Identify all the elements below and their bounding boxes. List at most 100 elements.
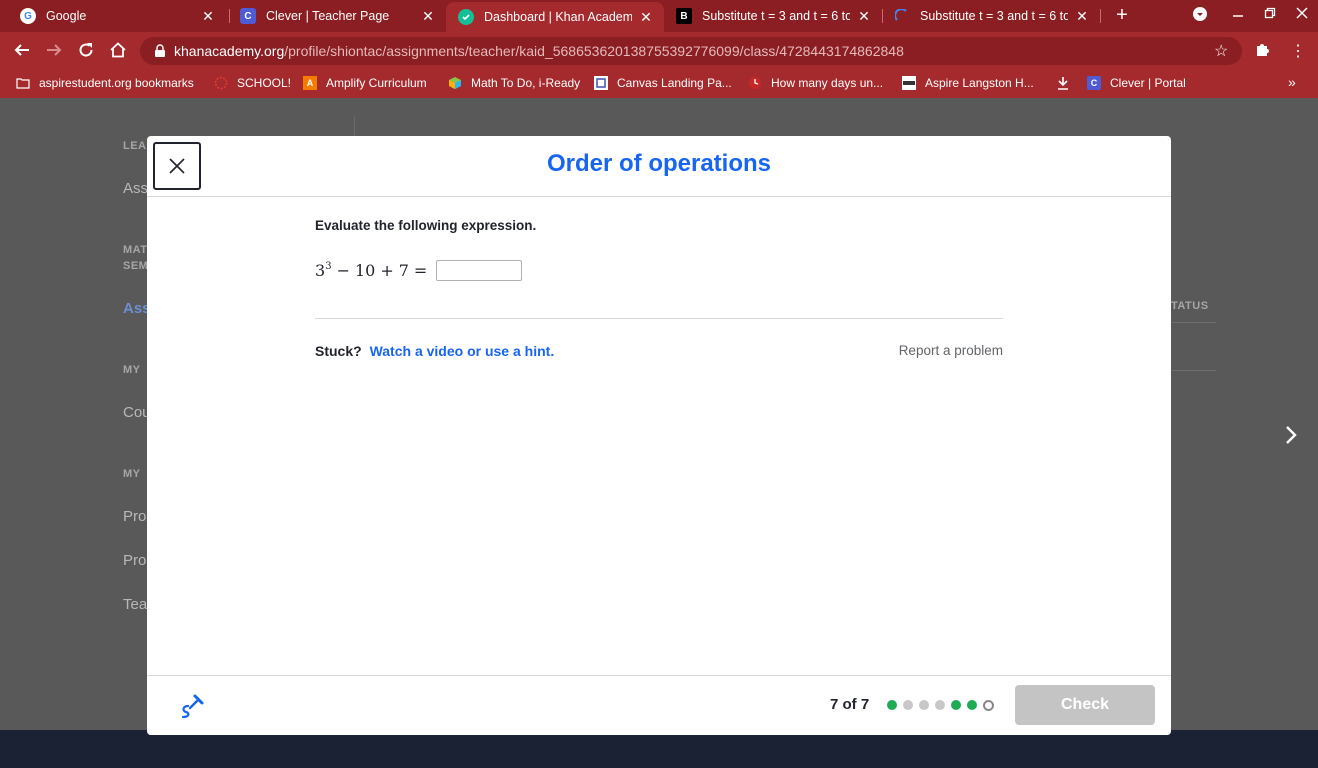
bg-fragment: MY (123, 364, 141, 376)
lock-icon[interactable] (154, 44, 166, 58)
next-chevron-icon[interactable] (1284, 424, 1298, 452)
close-tab-icon[interactable]: ✕ (200, 8, 216, 25)
google-icon: G (20, 8, 36, 24)
progress-dot-skipped (935, 700, 945, 710)
bg-fragment: Pro (123, 508, 147, 525)
modal-header: Order of operations (147, 136, 1171, 197)
progress-dot-skipped (919, 700, 929, 710)
bg-fragment: Pro (123, 552, 147, 569)
brainly-icon: B (676, 8, 692, 24)
tab-google[interactable]: G Google ✕ (8, 0, 226, 32)
bookmark-star-icon[interactable]: ☆ (1214, 41, 1228, 61)
bg-fragment: SEM (123, 260, 149, 272)
bookmark-label: Amplify Curriculum (326, 76, 427, 90)
tab-khan-dashboard[interactable]: Dashboard | Khan Academy ✕ (446, 2, 664, 32)
bookmark-download[interactable] (1056, 76, 1079, 90)
progress-dot-current (983, 700, 994, 711)
progress-dot-correct (967, 700, 977, 710)
bookmark-label: How many days un... (771, 76, 884, 90)
bg-fragment: MY (123, 468, 141, 480)
close-tab-icon[interactable]: ✕ (638, 9, 654, 26)
bg-divider (1170, 370, 1216, 371)
close-tab-icon[interactable]: ✕ (420, 8, 436, 25)
browser-tab-bar: G Google ✕ C Clever | Teacher Page ✕ Das… (0, 0, 1318, 32)
expr-minus: − (336, 260, 350, 280)
bg-fragment: Tea (123, 596, 148, 613)
circle-icon (214, 76, 228, 90)
progress-dots (887, 700, 1000, 711)
bookmark-canvas[interactable]: Canvas Landing Pa... (594, 76, 732, 90)
more-bookmarks-chevron-icon[interactable]: » (1288, 74, 1296, 90)
clever-icon: C (240, 8, 256, 24)
bookmark-label: Canvas Landing Pa... (617, 76, 732, 90)
url-text: khanacademy.org/profile/shiontac/assignm… (174, 43, 904, 59)
bookmark-label: aspirestudent.org bookmarks (39, 76, 194, 90)
report-problem-link[interactable]: Report a problem (899, 343, 1003, 358)
bookmark-label: Math To Do, i-Ready (471, 76, 581, 90)
expr-equals: = (413, 260, 428, 280)
clever-icon: C (1087, 76, 1101, 90)
back-arrow-icon[interactable] (12, 41, 32, 61)
tab-title: Clever | Teacher Page (266, 9, 390, 23)
modal-title: Order of operations (546, 150, 772, 177)
close-window-icon[interactable] (1292, 6, 1312, 22)
home-icon[interactable] (108, 41, 128, 61)
exercise-modal: Order of operations Evaluate the followi… (147, 136, 1171, 735)
new-tab-plus-icon[interactable]: + (1111, 4, 1133, 28)
expr-exponent: 3 (325, 260, 332, 272)
bookmark-label: Clever | Portal (1110, 76, 1186, 90)
bookmark-amplify[interactable]: A Amplify Curriculum (303, 76, 427, 90)
tab-search-icon[interactable] (1190, 6, 1210, 25)
forward-arrow-icon[interactable] (44, 41, 64, 61)
bg-footer-band (0, 730, 1318, 768)
bookmarks-bar: aspirestudent.org bookmarks SCHOOL! A Am… (0, 70, 1318, 98)
bookmark-label: SCHOOL! (237, 76, 292, 90)
clock-icon (748, 76, 762, 90)
progress-dot-skipped (903, 700, 913, 710)
bg-fragment: Ass (123, 180, 149, 197)
extensions-puzzle-icon[interactable] (1254, 41, 1270, 62)
amplify-icon: A (303, 76, 317, 90)
bookmark-label: Aspire Langston H... (925, 76, 1034, 90)
bookmark-school[interactable]: SCHOOL! (214, 76, 291, 90)
problem-divider (315, 318, 1003, 319)
reload-icon[interactable] (76, 41, 96, 61)
restore-icon[interactable] (1260, 6, 1280, 22)
problem-area: Evaluate the following expression. 33 − … (315, 218, 1003, 281)
check-button[interactable]: Check (1015, 685, 1155, 725)
bg-fragment: MAT (123, 244, 148, 256)
answer-input[interactable] (436, 259, 523, 281)
tab-title: Dashboard | Khan Academy (484, 10, 632, 24)
bookmark-clever-portal[interactable]: C Clever | Portal (1087, 76, 1186, 90)
url-host: khanacademy.org (174, 43, 285, 59)
tab-title: Substitute t = 3 and t = 6 to (920, 9, 1068, 23)
bookmark-iready[interactable]: Math To Do, i-Ready (448, 76, 580, 90)
hint-row: Stuck? Watch a video or use a hint. Repo… (315, 343, 1003, 363)
minimize-icon[interactable] (1228, 6, 1248, 22)
tab-clever-teacher[interactable]: C Clever | Teacher Page ✕ (228, 0, 446, 32)
cube-icon (448, 76, 462, 90)
expr-number: 10 (354, 260, 376, 280)
problem-prompt: Evaluate the following expression. (315, 218, 537, 233)
modal-footer: 7 of 7 Check (147, 675, 1171, 735)
bookmark-days[interactable]: How many days un... (748, 76, 883, 90)
math-expression: 33 − 10 + 7 = (315, 258, 523, 282)
canvas-icon (594, 76, 608, 90)
close-tab-icon[interactable]: ✕ (1074, 8, 1090, 25)
expr-plus: + (380, 260, 394, 280)
tab-substitute-2[interactable]: Substitute t = 3 and t = 6 to ✕ (882, 0, 1100, 32)
hint-link[interactable]: Watch a video or use a hint. (370, 343, 555, 359)
bookmark-aspire-langston[interactable]: Aspire Langston H... (902, 76, 1034, 90)
bg-fragment: LEA (123, 140, 147, 152)
bg-divider (1170, 322, 1216, 323)
address-bar[interactable]: khanacademy.org/profile/shiontac/assignm… (140, 37, 1242, 65)
bookmark-aspirestudent[interactable]: aspirestudent.org bookmarks (16, 76, 194, 90)
tab-substitute-1[interactable]: B Substitute t = 3 and t = 6 to ✕ (664, 0, 882, 32)
khan-academy-icon (458, 9, 474, 25)
close-tab-icon[interactable]: ✕ (856, 8, 872, 25)
scratchpad-pencil-icon[interactable] (177, 692, 205, 725)
url-path: /profile/shiontac/assignments/teacher/ka… (284, 43, 904, 59)
browser-menu-icon[interactable]: ⋮ (1290, 41, 1306, 61)
folder-icon (16, 76, 30, 90)
loading-icon (894, 8, 910, 24)
